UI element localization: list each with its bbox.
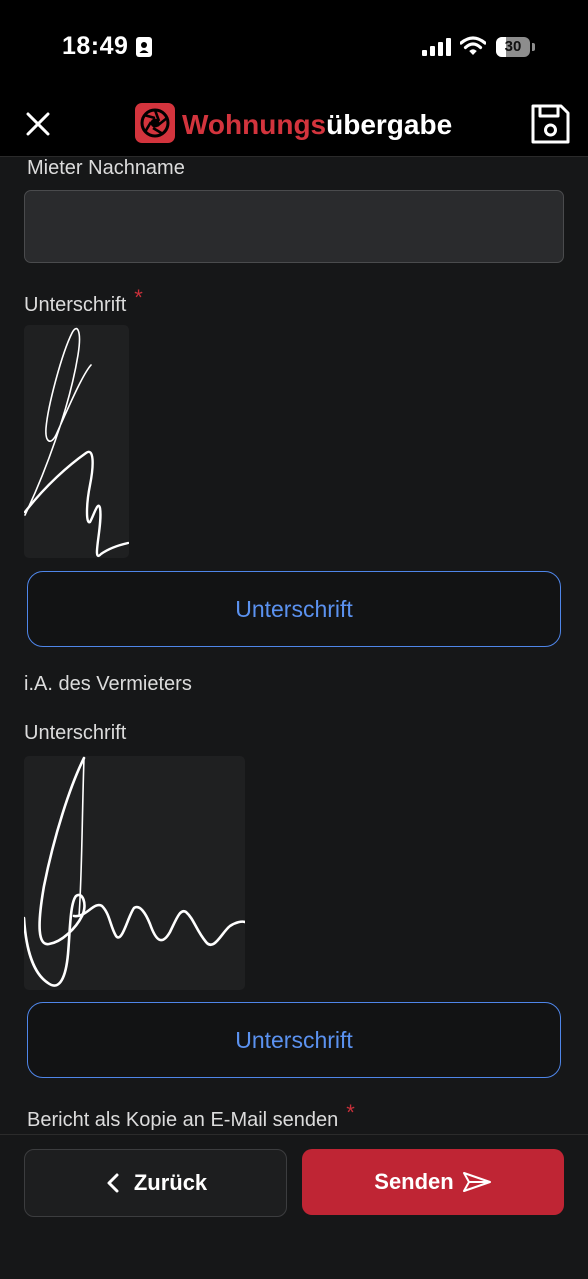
- battery-level: 30: [504, 38, 522, 55]
- battery-icon: 30: [496, 37, 536, 57]
- landlord-signature-image: [22, 756, 247, 987]
- footer-bar: Zurück Senden: [0, 1134, 588, 1279]
- tenant-signature-image: [23, 327, 130, 558]
- logo-text-white: übergabe: [326, 109, 453, 140]
- aperture-logo-icon: [135, 103, 175, 143]
- cellular-signal-icon: [422, 38, 452, 61]
- landlord-signature-button[interactable]: Unterschrift: [27, 1002, 561, 1078]
- required-marker: *: [134, 285, 143, 310]
- save-button[interactable]: [528, 102, 572, 146]
- landlord-signature-label: Unterschrift: [24, 722, 127, 744]
- floppy-disk-icon: [531, 104, 570, 144]
- wifi-icon: [459, 36, 487, 61]
- send-label: Senden: [374, 1169, 454, 1194]
- close-icon: [26, 112, 50, 136]
- tenant-lastname-input[interactable]: [24, 190, 564, 263]
- back-button[interactable]: Zurück: [24, 1149, 287, 1217]
- paper-plane-icon: [462, 1172, 491, 1192]
- tenant-signature-button[interactable]: Unterschrift: [27, 571, 561, 647]
- tenant-signature-label: Unterschrift *: [24, 285, 143, 316]
- app-header: Wohnungsübergabe: [0, 92, 588, 157]
- tenant-signature-pad[interactable]: [23, 325, 130, 558]
- status-time: 18:49: [62, 32, 129, 60]
- close-button[interactable]: [18, 104, 58, 144]
- tenant-lastname-label: Mieter Nachname: [27, 157, 185, 179]
- email-copy-label: Bericht als Kopie an E-Mail senden *: [27, 1100, 355, 1131]
- id-card-icon: [136, 37, 152, 62]
- landlord-signature-pad[interactable]: [22, 756, 247, 990]
- chevron-left-icon: [107, 1173, 119, 1193]
- required-marker: *: [346, 1100, 355, 1125]
- landlord-section-label: i.A. des Vermieters: [24, 673, 192, 695]
- status-bar: 18:49 30: [0, 0, 588, 92]
- back-label: Zurück: [133, 1170, 208, 1195]
- logo-text-red: Wohnungs: [182, 109, 327, 140]
- send-button[interactable]: Senden: [302, 1149, 564, 1215]
